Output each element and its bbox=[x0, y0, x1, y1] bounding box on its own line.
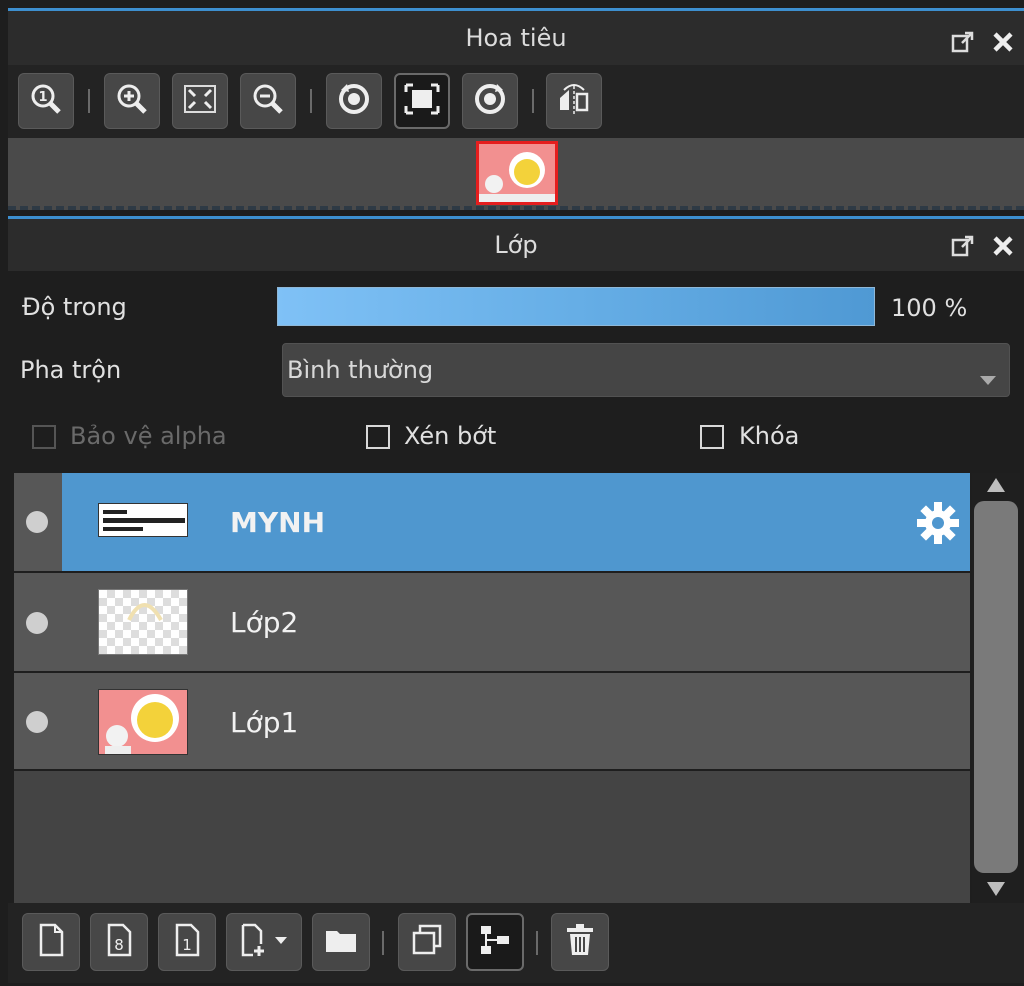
new-1bit-layer-button[interactable]: 1 bbox=[158, 913, 216, 971]
rotate-left-button[interactable] bbox=[326, 73, 382, 129]
toolbar-separator bbox=[536, 931, 538, 955]
flip-horizontal-button[interactable] bbox=[546, 73, 602, 129]
duplicate-layer-icon bbox=[409, 922, 445, 962]
svg-text:8: 8 bbox=[114, 936, 124, 954]
layer-row-highlight bbox=[62, 473, 970, 571]
canvas-thumbnail[interactable] bbox=[476, 141, 558, 205]
new-8bit-layer-button[interactable]: 8 bbox=[90, 913, 148, 971]
layer-row-mynh[interactable]: MYNH bbox=[14, 473, 970, 573]
add-layer-menu-button[interactable] bbox=[226, 913, 302, 971]
zoom-in-button[interactable] bbox=[104, 73, 160, 129]
visibility-toggle[interactable] bbox=[26, 511, 48, 533]
layers-bottom-toolbar: 8 1 bbox=[8, 903, 1024, 983]
rotate-right-button[interactable] bbox=[462, 73, 518, 129]
zoom-actual-button[interactable]: 1 bbox=[18, 73, 74, 129]
add-layer-menu-icon bbox=[237, 922, 291, 962]
layer-thumbnail bbox=[98, 589, 188, 655]
zoom-out-icon bbox=[249, 80, 287, 122]
scroll-down-icon[interactable] bbox=[986, 881, 1006, 901]
opacity-label: Độ trong bbox=[22, 293, 127, 321]
new-folder-icon bbox=[323, 922, 359, 962]
new-8bit-layer-icon: 8 bbox=[101, 922, 137, 962]
lock-checkbox[interactable] bbox=[700, 425, 724, 449]
chevron-down-icon bbox=[979, 364, 997, 392]
close-icon[interactable] bbox=[990, 29, 1016, 61]
new-1bit-layer-icon: 1 bbox=[169, 922, 205, 962]
protect-alpha-label: Bảo vệ alpha bbox=[70, 422, 227, 450]
layer-thumbnail bbox=[98, 503, 188, 537]
layer-name: Lớp2 bbox=[230, 606, 299, 639]
blend-mode-dropdown[interactable]: Bình thường bbox=[282, 343, 1010, 397]
delete-layer-button[interactable] bbox=[551, 913, 609, 971]
fit-canvas-icon bbox=[403, 80, 441, 122]
layer-row-lop2[interactable]: Lớp2 bbox=[14, 573, 970, 673]
visibility-toggle[interactable] bbox=[26, 612, 48, 634]
scroll-up-icon[interactable] bbox=[986, 477, 1006, 497]
layer-name: Lớp1 bbox=[230, 706, 299, 739]
undock-icon[interactable] bbox=[950, 29, 976, 61]
layers-title: Lớp bbox=[494, 231, 538, 259]
svg-text:1: 1 bbox=[182, 936, 192, 954]
opacity-slider[interactable] bbox=[277, 287, 875, 326]
svg-text:1: 1 bbox=[38, 90, 47, 105]
blend-mode-value: Bình thường bbox=[287, 356, 434, 384]
undock-icon[interactable] bbox=[950, 233, 976, 265]
toolbar-separator bbox=[88, 89, 90, 113]
flip-horizontal-icon bbox=[555, 80, 593, 122]
scroll-thumb[interactable] bbox=[974, 501, 1018, 873]
fit-canvas-button[interactable] bbox=[394, 73, 450, 129]
canvas-thumbnail-image bbox=[479, 144, 555, 202]
navigator-title: Hoa tiêu bbox=[465, 24, 567, 52]
trash-icon bbox=[562, 922, 598, 962]
navigator-toolbar: 1 bbox=[8, 65, 1024, 138]
merge-down-icon bbox=[477, 922, 513, 962]
clipping-checkbox[interactable] bbox=[366, 425, 390, 449]
toolbar-separator bbox=[310, 89, 312, 113]
close-icon[interactable] bbox=[990, 233, 1016, 265]
layer-thumbnail bbox=[98, 689, 188, 755]
toolbar-separator bbox=[382, 931, 384, 955]
fit-screen-icon bbox=[181, 80, 219, 122]
layer-thumbnail-image bbox=[127, 603, 163, 622]
protect-alpha-checkbox[interactable] bbox=[32, 425, 56, 449]
lock-label: Khóa bbox=[739, 422, 800, 450]
toolbar-separator bbox=[532, 89, 534, 113]
new-layer-icon bbox=[33, 922, 69, 962]
zoom-out-button[interactable] bbox=[240, 73, 296, 129]
new-layer-button[interactable] bbox=[22, 913, 80, 971]
opacity-value: 100 % bbox=[891, 294, 968, 322]
blend-mode-label: Pha trộn bbox=[20, 356, 122, 384]
layer-row-lop1[interactable]: Lớp1 bbox=[14, 673, 970, 771]
clipping-label: Xén bớt bbox=[404, 422, 497, 450]
duplicate-layer-button[interactable] bbox=[398, 913, 456, 971]
rotate-right-icon bbox=[471, 80, 509, 122]
rotate-left-icon bbox=[335, 80, 373, 122]
layer-thumbnail-image bbox=[99, 690, 187, 754]
layers-header: Lớp bbox=[8, 219, 1024, 271]
navigator-header: Hoa tiêu bbox=[8, 11, 1024, 65]
visibility-toggle[interactable] bbox=[26, 711, 48, 733]
merge-down-button[interactable] bbox=[466, 913, 524, 971]
fit-screen-button[interactable] bbox=[172, 73, 228, 129]
new-folder-button[interactable] bbox=[312, 913, 370, 971]
layer-list-scrollbar[interactable] bbox=[972, 473, 1020, 903]
zoom-actual-icon: 1 bbox=[27, 80, 65, 122]
gear-icon[interactable] bbox=[914, 499, 962, 551]
navigator-preview[interactable] bbox=[8, 138, 1024, 210]
text-layer-thumbnail-image bbox=[103, 510, 185, 531]
zoom-in-icon bbox=[113, 80, 151, 122]
layer-name: MYNH bbox=[230, 506, 326, 539]
